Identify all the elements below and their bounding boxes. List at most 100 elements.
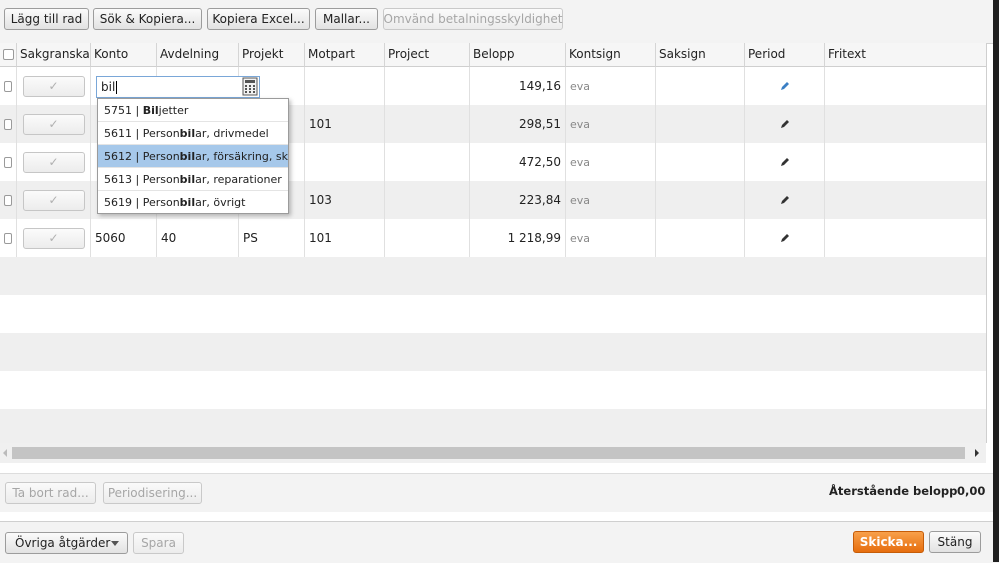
- header-motpart[interactable]: Motpart: [305, 43, 385, 67]
- cell-fritext[interactable]: [825, 219, 986, 257]
- cell-project[interactable]: [385, 143, 470, 181]
- close-button[interactable]: Stäng: [929, 531, 981, 553]
- pencil-icon[interactable]: [779, 232, 791, 244]
- cell-fritext[interactable]: [825, 67, 986, 105]
- cell-belopp[interactable]: 223,84: [470, 181, 566, 219]
- save-button[interactable]: Spara: [133, 532, 184, 554]
- horizontal-scrollbar[interactable]: [0, 443, 986, 463]
- add-row-button[interactable]: Lägg till rad: [4, 8, 89, 30]
- sakgranska-button[interactable]: ✓: [22, 151, 85, 173]
- pencil-icon[interactable]: [779, 156, 791, 168]
- suggestion-item[interactable]: 5751 | Biljetter: [98, 99, 288, 122]
- pencil-icon[interactable]: [779, 80, 791, 92]
- cell-period[interactable]: [745, 219, 825, 257]
- cell-kontsign[interactable]: eva: [566, 105, 656, 143]
- sakgranska-button[interactable]: ✓: [22, 113, 85, 135]
- header-konto[interactable]: Konto: [91, 43, 157, 67]
- cell-fritext[interactable]: [825, 143, 986, 181]
- other-actions-dropdown[interactable]: Övriga åtgärder: [5, 532, 128, 554]
- cell-motpart[interactable]: 103: [305, 181, 385, 219]
- cell-kontsign[interactable]: eva: [566, 181, 656, 219]
- header-fritext[interactable]: Fritext: [825, 43, 986, 67]
- checkmark-icon: ✓: [48, 193, 59, 207]
- cell-motpart[interactable]: [305, 143, 385, 181]
- row-checkbox[interactable]: [4, 194, 12, 206]
- header-belopp[interactable]: Belopp: [470, 43, 566, 67]
- konto-input-value: bil: [101, 80, 116, 94]
- cell-konto[interactable]: 5060: [91, 219, 157, 257]
- empty-row: [0, 409, 986, 443]
- cell-avdelning[interactable]: 40: [157, 219, 239, 257]
- calculator-icon[interactable]: [242, 77, 258, 96]
- cell-project[interactable]: [385, 67, 470, 105]
- header-saksign[interactable]: Saksign: [656, 43, 745, 67]
- copy-excel-button[interactable]: Kopiera Excel...: [207, 8, 310, 30]
- cell-period[interactable]: [745, 67, 825, 105]
- cell-saksign[interactable]: [656, 105, 745, 143]
- cell-saksign[interactable]: [656, 143, 745, 181]
- pencil-icon[interactable]: [779, 194, 791, 206]
- suggestion-item[interactable]: 5619 | Personbilar, övrigt: [98, 191, 288, 214]
- checkmark-icon: ✓: [48, 231, 59, 245]
- chevron-down-icon: [111, 541, 119, 546]
- cell-kontsign[interactable]: eva: [566, 143, 656, 181]
- search-copy-button[interactable]: Sök & Kopiera...: [93, 8, 202, 30]
- row-checkbox[interactable]: [4, 80, 12, 92]
- header-select-all[interactable]: [0, 43, 17, 67]
- cell-period[interactable]: [745, 105, 825, 143]
- header-avdelning[interactable]: Avdelning: [157, 43, 239, 67]
- cell-period[interactable]: [745, 143, 825, 181]
- header-project[interactable]: Project: [385, 43, 470, 67]
- periodize-button[interactable]: Periodisering...: [103, 482, 202, 504]
- cell-kontsign[interactable]: eva: [566, 67, 656, 105]
- header-projekt[interactable]: Projekt: [239, 43, 305, 67]
- cell-saksign[interactable]: [656, 181, 745, 219]
- suggestion-item[interactable]: 5613 | Personbilar, reparationer: [98, 168, 288, 191]
- checkmark-icon: ✓: [48, 117, 59, 131]
- cell-period[interactable]: [745, 181, 825, 219]
- cell-motpart[interactable]: 101: [305, 219, 385, 257]
- cell-fritext[interactable]: [825, 105, 986, 143]
- cell-saksign[interactable]: [656, 219, 745, 257]
- cell-motpart[interactable]: [305, 67, 385, 105]
- pencil-icon[interactable]: [779, 118, 791, 130]
- empty-row: [0, 257, 986, 295]
- top-toolbar: Lägg till rad Sök & Kopiera... Kopiera E…: [0, 0, 999, 44]
- cell-project[interactable]: [385, 105, 470, 143]
- cell-saksign[interactable]: [656, 67, 745, 105]
- scroll-right-icon[interactable]: [974, 449, 980, 457]
- table-row[interactable]: ✓ 5060 40 PS 101 1 218,99 eva: [0, 219, 986, 257]
- select-all-checkbox[interactable]: [2, 49, 14, 60]
- header-kontsign[interactable]: Kontsign: [566, 43, 656, 67]
- cell-kontsign[interactable]: eva: [566, 219, 656, 257]
- cell-motpart[interactable]: 101: [305, 105, 385, 143]
- row-checkbox[interactable]: [4, 156, 12, 168]
- cell-belopp[interactable]: 472,50: [470, 143, 566, 181]
- suggestion-item-selected[interactable]: 5612 | Personbilar, försäkring, skatt: [98, 145, 288, 168]
- row-checkbox[interactable]: [4, 232, 12, 244]
- cell-projekt[interactable]: PS: [239, 219, 305, 257]
- sakgranska-button[interactable]: ✓: [22, 189, 85, 211]
- reverse-charge-button[interactable]: Omvänd betalningsskyldighet: [383, 8, 563, 30]
- send-button[interactable]: Skicka...: [853, 531, 924, 553]
- cell-project[interactable]: [385, 181, 470, 219]
- header-sakgranska[interactable]: Sakgranska: [17, 43, 91, 67]
- remaining-amount-label: Återstående belopp: [829, 484, 958, 498]
- cell-belopp[interactable]: 149,16: [470, 67, 566, 105]
- scroll-left-icon[interactable]: [2, 449, 8, 457]
- sakgranska-button[interactable]: ✓: [22, 75, 85, 97]
- suggestion-item[interactable]: 5611 | Personbilar, drivmedel: [98, 122, 288, 145]
- konto-search-input[interactable]: bil: [96, 76, 260, 98]
- cell-belopp[interactable]: 1 218,99: [470, 219, 566, 257]
- cell-belopp[interactable]: 298,51: [470, 105, 566, 143]
- templates-button[interactable]: Mallar...: [315, 8, 378, 30]
- sakgranska-button[interactable]: ✓: [22, 227, 85, 249]
- window-edge: [993, 0, 999, 562]
- cell-fritext[interactable]: [825, 181, 986, 219]
- delete-row-button[interactable]: Ta bort rad...: [5, 482, 96, 504]
- row-checkbox[interactable]: [4, 118, 12, 130]
- row-actions-toolbar: Ta bort rad... Periodisering... Återståe…: [0, 473, 999, 512]
- cell-project[interactable]: [385, 219, 470, 257]
- scrollbar-thumb[interactable]: [12, 447, 965, 459]
- header-period[interactable]: Period: [745, 43, 825, 67]
